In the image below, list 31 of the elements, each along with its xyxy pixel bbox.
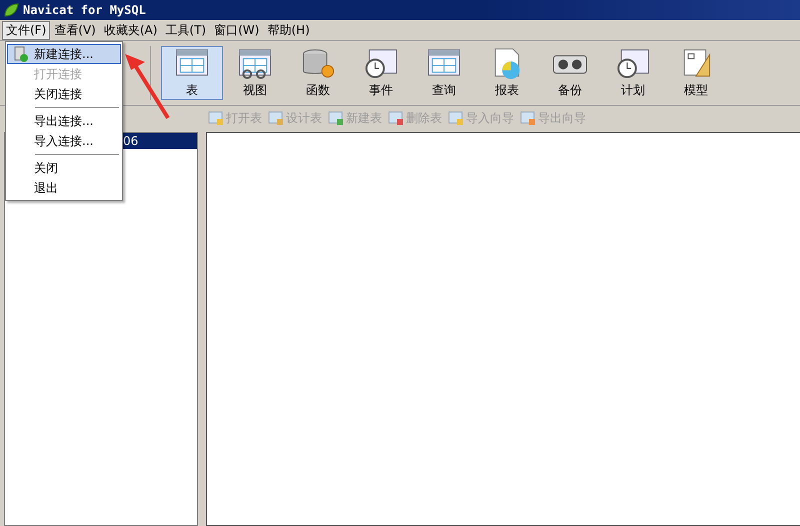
toolbar-button[interactable]: 函数: [287, 46, 349, 100]
menu-item[interactable]: 帮助(H): [263, 20, 314, 40]
menu-item[interactable]: 文件(F): [2, 20, 50, 40]
table-icon: [448, 111, 464, 125]
toolbar-button[interactable]: 报表: [476, 46, 538, 100]
leaf-icon: [3, 2, 19, 18]
tree-item[interactable]: 06: [121, 133, 197, 149]
toolbar-button[interactable]: 事件: [350, 46, 412, 100]
table-icon: [520, 111, 536, 125]
table-icon: [268, 111, 284, 125]
toolbar-button[interactable]: 查询: [413, 46, 475, 100]
menu-item[interactable]: 查看(V): [50, 20, 100, 40]
menu-item[interactable]: 关闭连接: [7, 84, 121, 104]
toolbar-button[interactable]: 计划: [602, 46, 664, 100]
toolbar-button[interactable]: 视图: [224, 46, 286, 100]
menu-item[interactable]: 导入连接...: [7, 131, 121, 151]
menu-item[interactable]: 关闭: [7, 158, 121, 178]
menu-item[interactable]: 窗口(W): [210, 20, 264, 40]
toolbar-button[interactable]: 表: [161, 46, 223, 100]
menu-item[interactable]: 新建连接...: [7, 44, 121, 64]
menu-item[interactable]: 工具(T): [161, 20, 210, 40]
window-title: Navicat for MySQL: [23, 3, 146, 17]
toolbar-button[interactable]: 模型: [665, 46, 727, 100]
table-icon: [208, 111, 224, 125]
table-icon: [328, 111, 344, 125]
menu-item[interactable]: 退出: [7, 178, 121, 198]
new-connection-icon: [14, 46, 28, 62]
menu-item[interactable]: 导出连接...: [7, 111, 121, 131]
menu-item[interactable]: 收藏夹(A): [100, 20, 162, 40]
toolbar-button[interactable]: 备份: [539, 46, 601, 100]
table-icon: [388, 111, 404, 125]
